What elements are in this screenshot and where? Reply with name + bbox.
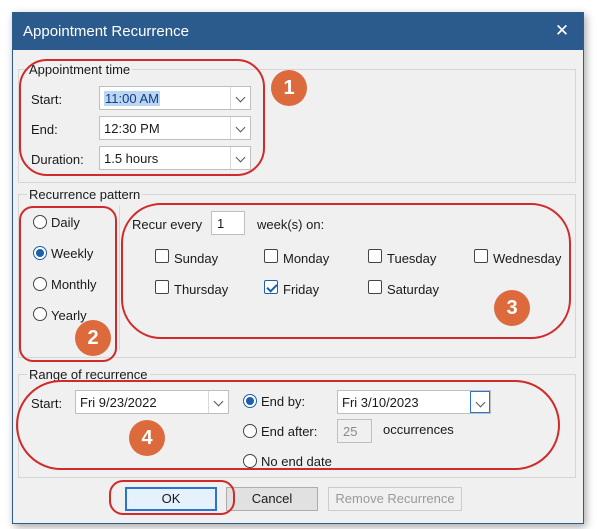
weeks-on-label: week(s) on: bbox=[257, 217, 325, 232]
sunday-label[interactable]: Sunday bbox=[174, 251, 218, 266]
yearly-radio[interactable] bbox=[33, 307, 47, 321]
recurrence-pattern-label: Recurrence pattern bbox=[27, 187, 143, 202]
chevron-down-icon[interactable] bbox=[230, 87, 250, 109]
ok-button[interactable]: OK bbox=[125, 487, 217, 511]
end-after-value: 25 bbox=[343, 424, 358, 439]
annotation-marker-1: 1 bbox=[271, 70, 307, 106]
range-start-combo[interactable]: Fri 9/23/2022 bbox=[75, 390, 229, 414]
appointment-time-label: Appointment time bbox=[27, 62, 133, 77]
chevron-down-icon[interactable] bbox=[470, 391, 490, 413]
chevron-down-icon[interactable] bbox=[208, 391, 228, 413]
end-by-label[interactable]: End by: bbox=[261, 394, 305, 409]
recur-every-input[interactable]: 1 bbox=[211, 211, 245, 235]
sunday-checkbox[interactable] bbox=[155, 249, 169, 263]
end-after-radio[interactable] bbox=[243, 424, 257, 438]
end-after-label[interactable]: End after: bbox=[261, 424, 317, 439]
start-time-combo[interactable]: 11:00 AM bbox=[99, 86, 251, 110]
daily-label[interactable]: Daily bbox=[51, 215, 80, 230]
thursday-label[interactable]: Thursday bbox=[174, 282, 228, 297]
annotation-marker-2: 2 bbox=[75, 320, 111, 356]
dialog-title: Appointment Recurrence bbox=[23, 23, 189, 40]
monday-label[interactable]: Monday bbox=[283, 251, 329, 266]
end-time-value: 12:30 PM bbox=[104, 121, 160, 136]
wednesday-checkbox[interactable] bbox=[474, 249, 488, 263]
friday-checkbox[interactable] bbox=[264, 280, 278, 294]
monday-checkbox[interactable] bbox=[264, 249, 278, 263]
tuesday-label[interactable]: Tuesday bbox=[387, 251, 436, 266]
end-time-label: End: bbox=[31, 122, 58, 137]
end-by-radio[interactable] bbox=[243, 394, 257, 408]
range-start-value: Fri 9/23/2022 bbox=[80, 395, 157, 410]
weekly-label[interactable]: Weekly bbox=[51, 246, 93, 261]
friday-label[interactable]: Friday bbox=[283, 282, 319, 297]
chevron-down-icon[interactable] bbox=[230, 147, 250, 169]
end-by-combo[interactable]: Fri 3/10/2023 bbox=[337, 390, 491, 414]
start-time-value: 11:00 AM bbox=[104, 91, 160, 106]
appointment-recurrence-dialog: Appointment Recurrence ✕ Appointment tim… bbox=[12, 12, 584, 524]
thursday-checkbox[interactable] bbox=[155, 280, 169, 294]
annotation-marker-3: 3 bbox=[494, 290, 530, 326]
title-bar: Appointment Recurrence ✕ bbox=[13, 13, 583, 50]
duration-combo[interactable]: 1.5 hours bbox=[99, 146, 251, 170]
end-time-combo[interactable]: 12:30 PM bbox=[99, 116, 251, 140]
no-end-date-radio[interactable] bbox=[243, 454, 257, 468]
duration-label: Duration: bbox=[31, 152, 84, 167]
monthly-label[interactable]: Monthly bbox=[51, 277, 97, 292]
no-end-date-label[interactable]: No end date bbox=[261, 454, 332, 469]
cancel-button[interactable]: Cancel bbox=[226, 487, 318, 511]
range-label: Range of recurrence bbox=[27, 367, 150, 382]
duration-value: 1.5 hours bbox=[104, 151, 159, 166]
annotation-marker-4: 4 bbox=[129, 420, 165, 456]
remove-recurrence-button[interactable]: Remove Recurrence bbox=[328, 487, 462, 511]
range-start-label: Start: bbox=[31, 396, 63, 411]
weekly-radio[interactable] bbox=[33, 246, 47, 260]
tuesday-checkbox[interactable] bbox=[368, 249, 382, 263]
occurrences-label: occurrences bbox=[383, 422, 454, 437]
yearly-label[interactable]: Yearly bbox=[51, 308, 87, 323]
monthly-radio[interactable] bbox=[33, 277, 47, 291]
recur-every-label: Recur every bbox=[132, 217, 203, 232]
saturday-label[interactable]: Saturday bbox=[387, 282, 439, 297]
wednesday-label[interactable]: Wednesday bbox=[493, 251, 561, 266]
saturday-checkbox[interactable] bbox=[368, 280, 382, 294]
chevron-down-icon[interactable] bbox=[230, 117, 250, 139]
daily-radio[interactable] bbox=[33, 215, 47, 229]
close-icon[interactable]: ✕ bbox=[547, 17, 577, 45]
recur-every-value: 1 bbox=[217, 216, 225, 231]
end-after-input[interactable]: 25 bbox=[337, 419, 372, 443]
pattern-divider bbox=[119, 206, 120, 350]
end-by-value: Fri 3/10/2023 bbox=[342, 395, 419, 410]
start-time-label: Start: bbox=[31, 92, 63, 107]
